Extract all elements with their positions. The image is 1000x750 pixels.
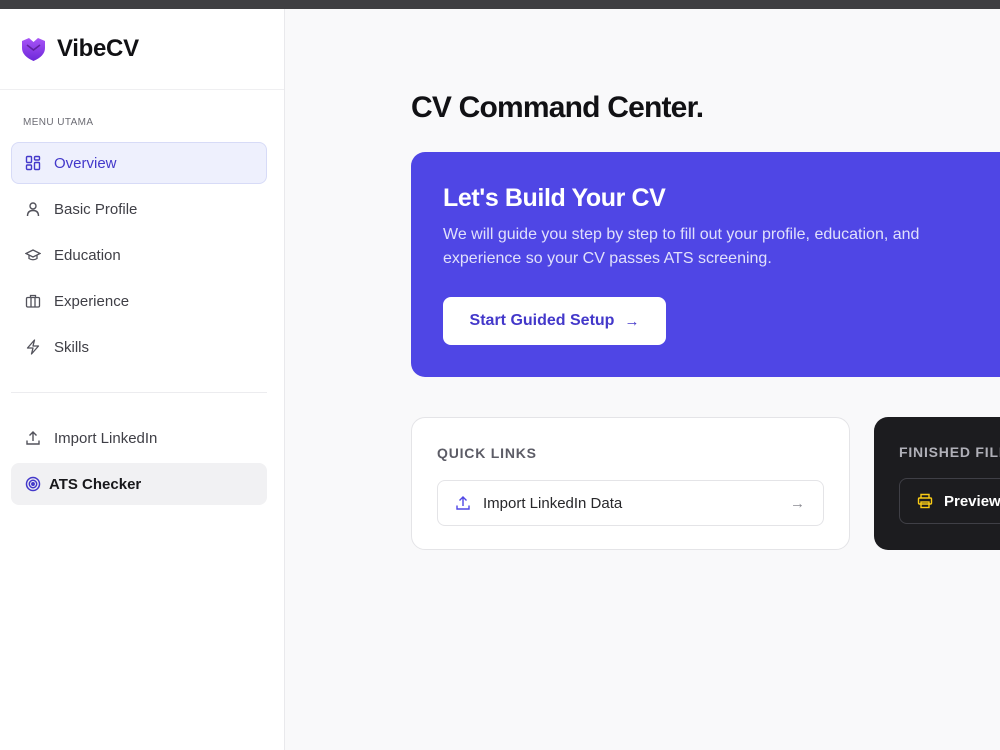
import-linkedin-data-link[interactable]: Import LinkedIn Data → bbox=[437, 480, 824, 526]
sidebar-item-label: Overview bbox=[54, 154, 117, 172]
finished-fill-card: FINISHED FILL Preview bbox=[874, 417, 1000, 550]
grid-icon bbox=[25, 155, 41, 171]
sidebar-item-ats-checker[interactable]: ATS Checker bbox=[11, 463, 267, 505]
hero-description: We will guide you step by step to fill o… bbox=[443, 226, 920, 267]
sidebar: VibeCV MENU UTAMA Overview Basic Profile… bbox=[0, 9, 285, 750]
sidebar-item-overview[interactable]: Overview bbox=[11, 142, 267, 184]
finished-fill-label: FINISHED FILL bbox=[899, 444, 1000, 460]
start-guided-setup-button[interactable]: Start Guided Setup → bbox=[443, 297, 666, 345]
sidebar-item-label: Skills bbox=[54, 338, 90, 356]
link-label: Import LinkedIn Data bbox=[483, 494, 623, 512]
sidebar-item-experience[interactable]: Experience bbox=[11, 280, 267, 322]
quick-links-label: QUICK LINKS bbox=[437, 445, 537, 461]
brand[interactable]: VibeCV bbox=[0, 9, 284, 90]
page-title: CV Command Center. bbox=[411, 91, 704, 124]
user-icon bbox=[25, 201, 41, 217]
arrow-right-icon: → bbox=[624, 312, 640, 330]
upload-icon bbox=[25, 430, 41, 446]
sidebar-item-label: Basic Profile bbox=[54, 200, 138, 218]
quick-links-card: QUICK LINKS Import LinkedIn Data → bbox=[411, 417, 850, 550]
button-label: Start Guided Setup bbox=[469, 312, 615, 329]
upload-icon bbox=[455, 495, 471, 511]
hero-card: Let's Build Your CV We will guide you st… bbox=[411, 152, 1000, 377]
sidebar-item-label: Education bbox=[54, 246, 121, 264]
target-icon bbox=[25, 476, 41, 492]
sidebar-item-skills[interactable]: Skills bbox=[11, 326, 267, 368]
sidebar-item-import-linkedin[interactable]: Import LinkedIn bbox=[11, 417, 267, 459]
main-content: CV Command Center. Let's Build Your CV W… bbox=[286, 9, 1000, 750]
preview-button[interactable]: Preview bbox=[899, 478, 1000, 524]
printer-icon bbox=[917, 493, 933, 509]
sidebar-item-label: Experience bbox=[54, 292, 130, 310]
graduation-cap-icon bbox=[25, 247, 41, 263]
sidebar-item-label: ATS Checker bbox=[49, 475, 142, 493]
sidebar-secondary-nav: Import LinkedIn ATS Checker bbox=[0, 417, 284, 505]
sidebar-item-label: Import LinkedIn bbox=[54, 429, 158, 447]
arrow-right-icon: → bbox=[790, 494, 805, 512]
hero-title: Let's Build Your CV bbox=[443, 184, 666, 212]
menu-section-label: MENU UTAMA bbox=[23, 117, 94, 128]
heart-shield-icon bbox=[20, 36, 47, 63]
briefcase-icon bbox=[25, 293, 41, 309]
window-top-bar bbox=[0, 0, 1000, 9]
sidebar-item-education[interactable]: Education bbox=[11, 234, 267, 276]
sidebar-nav: Overview Basic Profile Education Experie… bbox=[0, 142, 284, 368]
lightning-icon bbox=[25, 339, 41, 355]
button-label: Preview bbox=[944, 492, 1000, 510]
sidebar-item-basic-profile[interactable]: Basic Profile bbox=[11, 188, 267, 230]
sidebar-divider bbox=[11, 392, 267, 393]
app-name: VibeCV bbox=[57, 35, 139, 62]
